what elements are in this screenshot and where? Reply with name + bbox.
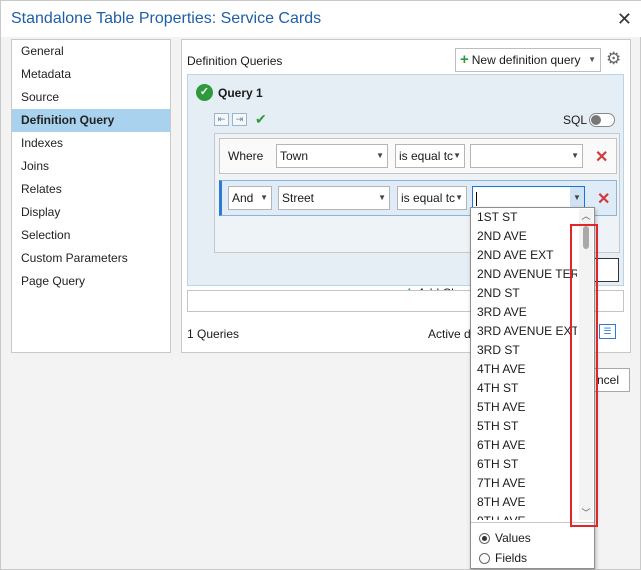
- chevron-down-icon[interactable]: ▼: [588, 49, 596, 71]
- query-count: 1 Queries: [187, 327, 240, 341]
- radio-empty-icon: [479, 553, 490, 564]
- field-value: Street: [282, 191, 315, 205]
- list-item[interactable]: 5TH AVE: [471, 398, 577, 417]
- sidebar-item-display[interactable]: Display: [12, 201, 170, 224]
- sidebar-item-relates[interactable]: Relates: [12, 178, 170, 201]
- indent-left-icon[interactable]: ⇤: [214, 113, 229, 126]
- chevron-down-icon: ▼: [376, 151, 384, 160]
- chevron-up-icon[interactable]: ︿: [579, 209, 593, 223]
- value-list[interactable]: 1ST ST 2ND AVE 2ND AVE EXT 2ND AVENUE TE…: [471, 208, 577, 520]
- list-item[interactable]: 5TH ST: [471, 417, 577, 436]
- sidebar-item-joins[interactable]: Joins: [12, 155, 170, 178]
- list-item[interactable]: 3RD AVE: [471, 303, 577, 322]
- list-item[interactable]: 2ND AVENUE TER: [471, 265, 577, 284]
- list-item[interactable]: 3RD ST: [471, 341, 577, 360]
- list-item[interactable]: 6TH ST: [471, 455, 577, 474]
- list-item[interactable]: 4TH AVE: [471, 360, 577, 379]
- scrollbar-highlight-box: [570, 224, 598, 527]
- panel-title: Definition Queries: [187, 54, 283, 68]
- sidebar-item-definition-query[interactable]: Definition Query: [12, 109, 170, 132]
- close-icon[interactable]: ✕: [617, 9, 632, 30]
- plus-icon: +: [460, 51, 469, 68]
- sidebar-nav: General Metadata Source Definition Query…: [11, 39, 171, 353]
- radio-selected-icon: [479, 533, 490, 544]
- sidebar-item-metadata[interactable]: Metadata: [12, 63, 170, 86]
- dialog-title: Standalone Table Properties: Service Car…: [11, 10, 322, 27]
- radio-fields-label: Fields: [495, 551, 528, 565]
- list-item[interactable]: 2ND ST: [471, 284, 577, 303]
- sidebar-item-indexes[interactable]: Indexes: [12, 132, 170, 155]
- indent-right-icon[interactable]: ⇥: [232, 113, 247, 126]
- active-query-label: Active d: [428, 327, 471, 341]
- radio-values-label: Values: [495, 531, 531, 545]
- clause-row: Where Town ▼ is equal tc ▼ ▼ ✕: [219, 138, 617, 174]
- connector-select[interactable]: And ▼: [228, 186, 272, 210]
- chevron-down-icon: ▼: [260, 193, 268, 202]
- delete-clause-icon[interactable]: ✕: [597, 189, 610, 209]
- sidebar-item-custom-parameters[interactable]: Custom Parameters: [12, 247, 170, 270]
- operator-select[interactable]: is equal tc ▼: [397, 186, 467, 210]
- connector-value: And: [232, 191, 254, 205]
- query-name[interactable]: Query 1: [218, 86, 263, 100]
- list-item[interactable]: 4TH ST: [471, 379, 577, 398]
- list-item[interactable]: 2ND AVE: [471, 227, 577, 246]
- toggle-knob: [591, 115, 601, 125]
- sidebar-item-selection[interactable]: Selection: [12, 224, 170, 247]
- chevron-down-icon: ▼: [455, 193, 463, 202]
- operator-select[interactable]: is equal tc ▼: [395, 144, 465, 168]
- where-label: Where: [228, 149, 264, 163]
- chevron-down-icon: ▼: [453, 151, 461, 160]
- chevron-down-icon[interactable]: ▼: [570, 187, 584, 209]
- radio-fields[interactable]: Fields: [479, 551, 527, 565]
- field-select-street[interactable]: Street ▼: [278, 186, 390, 210]
- chevron-down-icon: ▼: [378, 193, 386, 202]
- list-item[interactable]: 2ND AVE EXT: [471, 246, 577, 265]
- chevron-down-icon: ▼: [571, 151, 579, 160]
- list-item[interactable]: 8TH AVE: [471, 493, 577, 512]
- verify-checkmark-icon[interactable]: ✔: [255, 111, 267, 128]
- gear-icon[interactable]: ⚙: [606, 49, 621, 69]
- sidebar-item-page-query[interactable]: Page Query: [12, 270, 170, 293]
- radio-values[interactable]: Values: [479, 531, 531, 545]
- operator-value: is equal tc: [401, 191, 456, 205]
- sql-label: SQL: [563, 113, 588, 127]
- list-item[interactable]: 9TH AVE: [471, 512, 577, 520]
- list-item[interactable]: 1ST ST: [471, 208, 577, 227]
- new-query-label: New definition query: [471, 53, 581, 67]
- field-select-town[interactable]: Town ▼: [276, 144, 388, 168]
- text-caret: [476, 191, 477, 206]
- sidebar-item-source[interactable]: Source: [12, 86, 170, 109]
- sql-toggle[interactable]: [589, 113, 615, 127]
- new-definition-query-button[interactable]: + New definition query ▼: [455, 48, 601, 72]
- check-circle-icon: ✓: [196, 84, 213, 101]
- sidebar-item-general[interactable]: General: [12, 40, 170, 63]
- field-value: Town: [280, 149, 309, 163]
- title-bar: Standalone Table Properties: Service Car…: [1, 1, 641, 37]
- delete-clause-icon[interactable]: ✕: [595, 147, 608, 167]
- list-item[interactable]: 6TH AVE: [471, 436, 577, 455]
- value-select[interactable]: ▼: [470, 144, 583, 168]
- list-item[interactable]: 7TH AVE: [471, 474, 577, 493]
- list-item[interactable]: 3RD AVENUE EXT: [471, 322, 577, 341]
- table-view-icon[interactable]: ☰: [599, 324, 616, 339]
- operator-value: is equal tc: [399, 149, 454, 163]
